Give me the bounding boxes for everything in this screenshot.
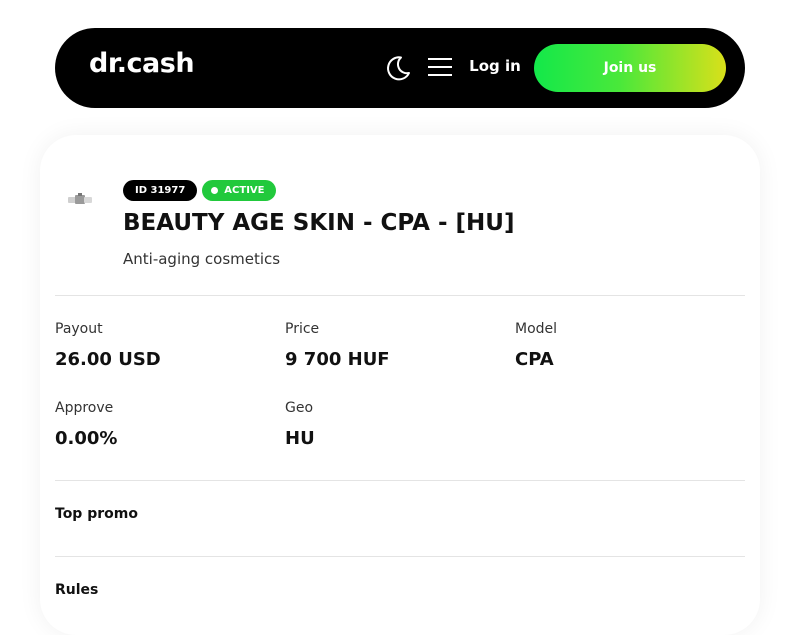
divider (55, 295, 745, 296)
approve-label: Approve (55, 400, 114, 416)
payout-value: 26.00 USD (55, 349, 161, 370)
product-image (65, 187, 95, 213)
theme-toggle-button[interactable] (384, 54, 412, 82)
approve-value: 0.00% (55, 428, 118, 449)
login-link[interactable]: Log in (465, 57, 525, 75)
offer-card: ID 31977 ACTIVE BEAUTY AGE SKIN - CPA - … (40, 135, 760, 635)
model-label: Model (515, 321, 558, 337)
product-thumbnail-icon (68, 193, 92, 204)
geo-label: Geo (285, 400, 314, 416)
status-badge-label: ACTIVE (224, 185, 265, 196)
price-value: 9 700 HUF (285, 349, 390, 370)
payout-label: Payout (55, 321, 103, 337)
moon-icon (387, 56, 410, 81)
offer-badges: ID 31977 ACTIVE (123, 180, 276, 201)
menu-button[interactable] (427, 56, 453, 78)
top-navbar: dr.cash Log in Join us (55, 28, 745, 108)
price-label: Price (285, 321, 320, 337)
logo[interactable]: dr.cash (89, 48, 195, 79)
hamburger-menu-icon (428, 58, 452, 76)
model-value: CPA (515, 349, 554, 370)
status-dot-icon (211, 187, 219, 194)
status-badge: ACTIVE (202, 180, 276, 201)
offer-title: BEAUTY AGE SKIN - CPA - [HU] (123, 210, 515, 236)
offer-subtitle: Anti-aging cosmetics (123, 250, 281, 268)
offer-id-badge: ID 31977 (123, 180, 198, 201)
join-us-button[interactable]: Join us (534, 44, 726, 92)
divider (55, 480, 745, 481)
rules-heading: Rules (55, 582, 99, 598)
geo-value: HU (285, 428, 315, 449)
divider (55, 556, 745, 557)
top-promo-heading: Top promo (55, 506, 138, 522)
